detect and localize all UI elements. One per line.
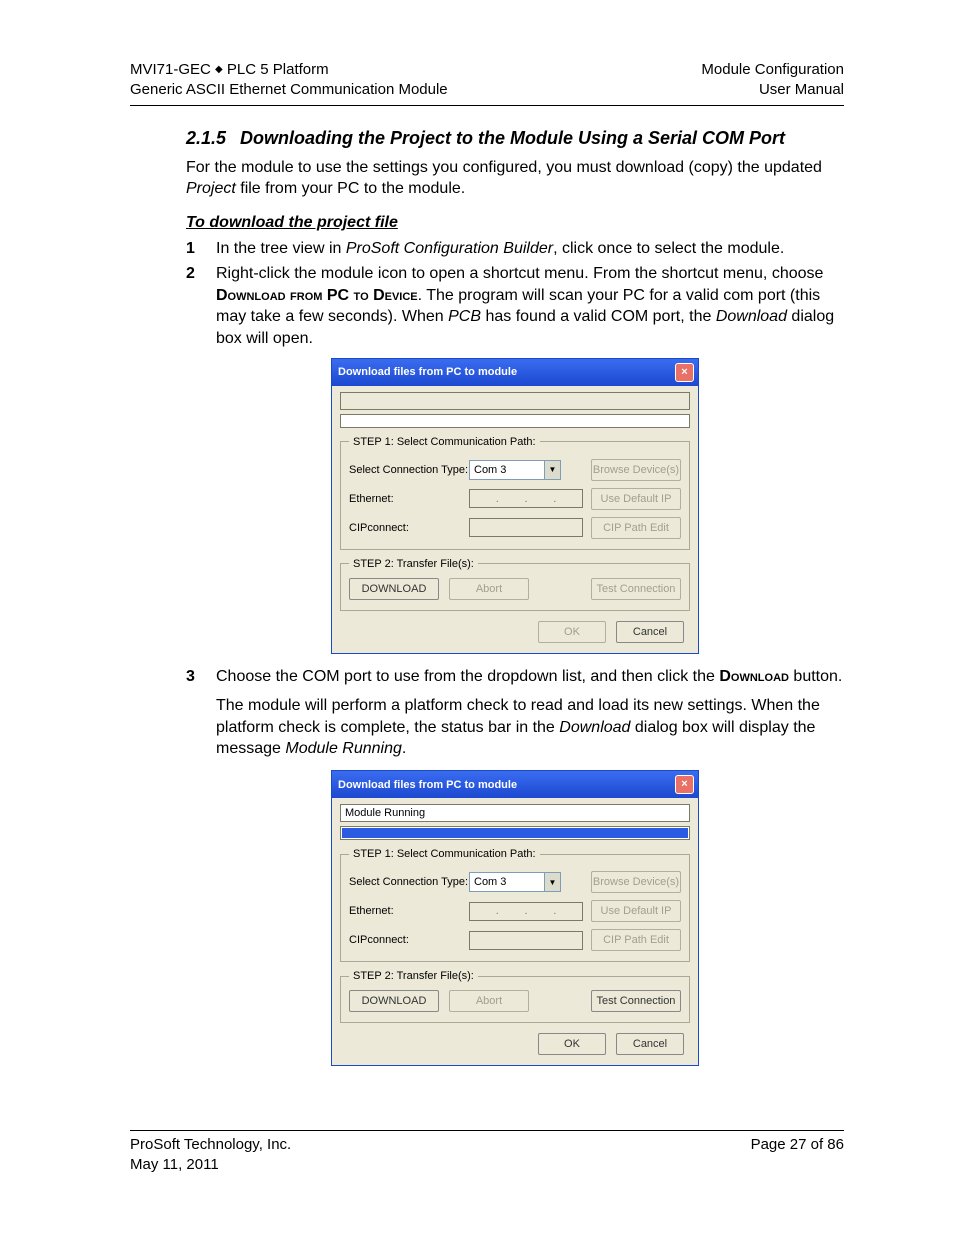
use-default-ip-button[interactable]: Use Default IP	[591, 488, 681, 510]
progress-bar-complete	[340, 826, 690, 840]
connection-type-dropdown[interactable]: Com 3 ▼	[469, 872, 561, 892]
chevron-down-icon[interactable]: ▼	[544, 873, 560, 891]
connection-type-dropdown[interactable]: Com 3 ▼	[469, 460, 561, 480]
step-2: Right-click the module icon to open a sh…	[186, 263, 844, 349]
abort-button[interactable]: Abort	[449, 990, 529, 1012]
label-cipconnect: CIPconnect:	[349, 522, 469, 534]
ok-button[interactable]: OK	[538, 1033, 606, 1055]
group-step2-legend: STEP 2: Transfer File(s):	[349, 558, 478, 570]
cip-path-edit-button[interactable]: CIP Path Edit	[591, 517, 681, 539]
cip-path-field[interactable]	[469, 931, 583, 950]
group-step1: STEP 1: Select Communication Path: Selec…	[340, 848, 690, 962]
close-icon[interactable]: ×	[675, 775, 694, 794]
download-button[interactable]: DOWNLOAD	[349, 578, 439, 600]
page-footer: ProSoft Technology, Inc. May 11, 2011 Pa…	[130, 1135, 844, 1176]
group-step1-legend: STEP 1: Select Communication Path:	[349, 848, 540, 860]
use-default-ip-button[interactable]: Use Default IP	[591, 900, 681, 922]
diamond-icon: ◆	[215, 64, 223, 75]
label-ethernet: Ethernet:	[349, 493, 469, 505]
step-3: Choose the COM port to use from the drop…	[186, 666, 844, 688]
label-connection-type: Select Connection Type:	[349, 464, 469, 476]
dialog-title: Download files from PC to module	[338, 779, 517, 791]
cancel-button[interactable]: Cancel	[616, 1033, 684, 1055]
download-button[interactable]: DOWNLOAD	[349, 990, 439, 1012]
cip-path-edit-button[interactable]: CIP Path Edit	[591, 929, 681, 951]
download-dialog-2: Download files from PC to module × Modul…	[331, 770, 699, 1066]
chevron-down-icon[interactable]: ▼	[544, 461, 560, 479]
procedure-list-cont: Choose the COM port to use from the drop…	[186, 666, 844, 688]
intro-paragraph: For the module to use the settings you c…	[186, 157, 844, 200]
header-chapter: Module Configuration	[701, 61, 844, 78]
document-page: MVI71-GEC ◆ PLC 5 Platform Generic ASCII…	[0, 0, 954, 1235]
footer-company: ProSoft Technology, Inc.	[130, 1136, 291, 1153]
dropdown-value: Com 3	[470, 461, 544, 479]
group-step2: STEP 2: Transfer File(s): DOWNLOAD Abort…	[340, 558, 690, 611]
dropdown-value: Com 3	[470, 873, 544, 891]
ethernet-ip-field[interactable]	[469, 489, 583, 508]
label-ethernet: Ethernet:	[349, 905, 469, 917]
abort-button[interactable]: Abort	[449, 578, 529, 600]
dialog-title: Download files from PC to module	[338, 366, 517, 378]
step-1: In the tree view in ProSoft Configuratio…	[186, 238, 844, 260]
footer-page-number: Page 27 of 86	[751, 1136, 844, 1153]
dialog-titlebar[interactable]: Download files from PC to module ×	[332, 771, 698, 798]
header-rule	[130, 105, 844, 106]
browse-devices-button[interactable]: Browse Device(s)	[591, 871, 681, 893]
status-field	[340, 392, 690, 410]
header-doc-type: User Manual	[759, 81, 844, 98]
group-step2: STEP 2: Transfer File(s): DOWNLOAD Abort…	[340, 970, 690, 1023]
group-step2-legend: STEP 2: Transfer File(s):	[349, 970, 478, 982]
browse-devices-button[interactable]: Browse Device(s)	[591, 459, 681, 481]
cip-path-field[interactable]	[469, 518, 583, 537]
section-heading: 2.1.5 Downloading the Project to the Mod…	[186, 128, 844, 149]
header-module-name: Generic ASCII Ethernet Communication Mod…	[130, 81, 448, 98]
download-dialog-1: Download files from PC to module × STEP …	[331, 358, 699, 654]
status-field: Module Running	[340, 804, 690, 822]
footer-rule	[130, 1130, 844, 1131]
page-header: MVI71-GEC ◆ PLC 5 Platform Generic ASCII…	[130, 60, 844, 101]
progress-bar	[340, 414, 690, 428]
close-icon[interactable]: ×	[675, 363, 694, 382]
group-step1: STEP 1: Select Communication Path: Selec…	[340, 436, 690, 550]
section-title: Downloading the Project to the Module Us…	[240, 128, 844, 149]
header-product: MVI71-GEC	[130, 61, 211, 78]
dialog-titlebar[interactable]: Download files from PC to module ×	[332, 359, 698, 386]
procedure-subhead: To download the project file	[186, 214, 844, 232]
procedure-list: In the tree view in ProSoft Configuratio…	[186, 238, 844, 350]
header-platform: PLC 5 Platform	[227, 61, 329, 78]
label-cipconnect: CIPconnect:	[349, 934, 469, 946]
footer-date: May 11, 2011	[130, 1156, 219, 1173]
test-connection-button[interactable]: Test Connection	[591, 990, 681, 1012]
section-number: 2.1.5	[186, 128, 240, 149]
step-3-continuation: The module will perform a platform check…	[216, 695, 844, 760]
cancel-button[interactable]: Cancel	[616, 621, 684, 643]
test-connection-button[interactable]: Test Connection	[591, 578, 681, 600]
ethernet-ip-field[interactable]	[469, 902, 583, 921]
ok-button[interactable]: OK	[538, 621, 606, 643]
label-connection-type: Select Connection Type:	[349, 876, 469, 888]
group-step1-legend: STEP 1: Select Communication Path:	[349, 436, 540, 448]
